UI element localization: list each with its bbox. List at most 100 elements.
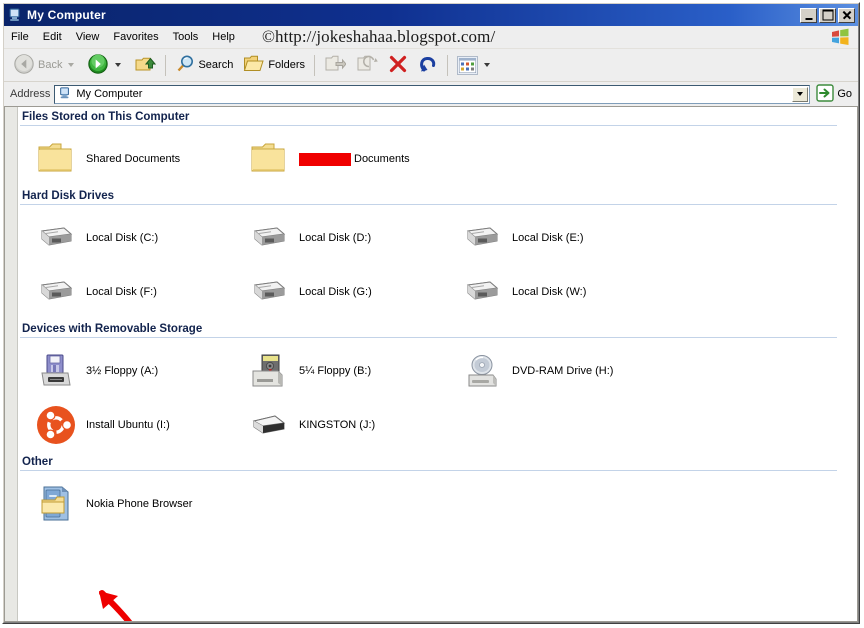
address-value: My Computer: [76, 88, 143, 100]
group-body-hard-disks: Local Disk (C:) Local Disk (D:) Local Di…: [20, 205, 857, 319]
folder-icon: [36, 139, 76, 179]
move-to-folder-icon: [324, 54, 347, 77]
item-label: 5¼ Floppy (B:): [299, 365, 372, 377]
item-nokia-phone-browser[interactable]: Nokia Phone Browser: [20, 477, 233, 531]
views-dropdown-caret[interactable]: [484, 63, 491, 67]
menu-view[interactable]: View: [69, 29, 107, 45]
folders-label: Folders: [268, 59, 306, 71]
forward-dropdown-caret[interactable]: [115, 63, 122, 67]
item-label: Shared Documents: [86, 153, 181, 165]
toolbar: Back Search Folders: [4, 49, 858, 82]
group-header-hard-disks: Hard Disk Drives: [20, 186, 837, 205]
file-list: Files Stored on This Computer Shared Doc…: [18, 107, 857, 621]
item-shared-documents[interactable]: Shared Documents: [20, 132, 233, 186]
my-computer-icon: [7, 7, 23, 23]
item-label-redacted: Documents: [299, 152, 410, 166]
copy-to-button[interactable]: [351, 50, 383, 81]
item-label: Local Disk (E:): [512, 232, 584, 244]
go-button[interactable]: Go: [814, 83, 854, 106]
menu-file[interactable]: File: [4, 29, 36, 45]
menu-edit[interactable]: Edit: [36, 29, 69, 45]
task-pane-strip: [5, 107, 18, 621]
menu-favorites[interactable]: Favorites: [106, 29, 165, 45]
item-local-disk-g[interactable]: Local Disk (G:): [233, 265, 446, 319]
address-label: Address: [10, 88, 51, 100]
address-dropdown-button[interactable]: [792, 86, 809, 102]
maximize-button[interactable]: [819, 7, 836, 23]
item-label: 3½ Floppy (A:): [86, 365, 159, 377]
back-arrow-icon: [13, 53, 35, 78]
minimize-button[interactable]: [800, 7, 817, 23]
up-folder-icon: [134, 53, 157, 78]
item-label: Nokia Phone Browser: [86, 498, 193, 510]
forward-arrow-icon: [87, 53, 109, 78]
toolbar-separator-1: [165, 54, 167, 76]
group-header-other: Other: [20, 452, 837, 471]
item-local-disk-w[interactable]: Local Disk (W:): [446, 265, 659, 319]
phone-browser-cabinet-icon: [36, 484, 76, 524]
blog-watermark: ©http://jokeshahaa.blogspot.com/: [262, 27, 496, 46]
hard-disk-icon: [36, 218, 76, 258]
back-button[interactable]: Back: [8, 49, 82, 82]
folder-icon: [249, 139, 289, 179]
hard-disk-icon: [462, 272, 502, 312]
go-label: Go: [837, 88, 852, 100]
optical-drive-icon: [462, 351, 502, 391]
item-local-disk-d[interactable]: Local Disk (D:): [233, 211, 446, 265]
close-button[interactable]: [838, 7, 855, 23]
item-label: DVD-RAM Drive (H:): [512, 365, 614, 377]
item-floppy-a[interactable]: 3½ Floppy (A:): [20, 344, 233, 398]
my-computer-icon: [58, 86, 72, 103]
move-to-button[interactable]: [319, 50, 351, 81]
floppy-35-icon: [36, 351, 76, 391]
up-button[interactable]: [129, 49, 161, 82]
title-bar[interactable]: My Computer: [4, 4, 858, 26]
back-dropdown-caret[interactable]: [68, 63, 75, 67]
toolbar-separator-3: [447, 54, 449, 76]
item-floppy-b[interactable]: 5¼ Floppy (B:): [233, 344, 446, 398]
group-body-other: Nokia Phone Browser: [20, 471, 857, 531]
menu-help[interactable]: Help: [205, 29, 242, 45]
red-annotation-arrow-icon: [96, 589, 156, 621]
views-button[interactable]: [452, 52, 498, 79]
window-title: My Computer: [27, 8, 106, 22]
delete-x-icon: [388, 54, 408, 77]
item-label: Local Disk (D:): [299, 232, 372, 244]
undo-button[interactable]: [413, 50, 443, 81]
redaction-bar: [299, 152, 351, 166]
content-area: Files Stored on This Computer Shared Doc…: [4, 107, 858, 622]
group-body-removable-storage: 3½ Floppy (A:) 5¼ Floppy (B:) DVD-RAM Dr…: [20, 338, 857, 452]
item-local-disk-e[interactable]: Local Disk (E:): [446, 211, 659, 265]
undo-arrow-icon: [418, 54, 438, 77]
search-magnifier-icon: [175, 54, 195, 77]
item-label: Local Disk (G:): [299, 286, 372, 298]
item-dvd-ram-h[interactable]: DVD-RAM Drive (H:): [446, 344, 659, 398]
menu-tools[interactable]: Tools: [166, 29, 206, 45]
hard-disk-icon: [249, 218, 289, 258]
item-kingston-j[interactable]: KINGSTON (J:): [233, 398, 446, 452]
menu-bar: File Edit View Favorites Tools Help ©htt…: [4, 26, 858, 49]
window-controls: [800, 7, 855, 23]
item-label: Documents: [354, 153, 410, 165]
delete-button[interactable]: [383, 50, 413, 81]
group-body-files-stored: Shared Documents Documents: [20, 126, 857, 186]
item-install-ubuntu-i[interactable]: Install Ubuntu (I:): [20, 398, 233, 452]
ubuntu-logo-icon: [36, 405, 76, 445]
item-local-disk-f[interactable]: Local Disk (F:): [20, 265, 233, 319]
forward-button[interactable]: [82, 49, 129, 82]
go-arrow-icon: [816, 83, 835, 105]
item-user-documents[interactable]: Documents: [233, 132, 446, 186]
toolbar-separator-2: [314, 54, 316, 76]
group-header-removable-storage: Devices with Removable Storage: [20, 319, 837, 338]
window-inner-frame: My Computer File Edit View Favorites Too…: [3, 3, 859, 623]
item-label: KINGSTON (J:): [299, 419, 376, 431]
back-label: Back: [38, 59, 63, 71]
item-label: Install Ubuntu (I:): [86, 419, 170, 431]
copy-to-folder-icon: [356, 54, 378, 77]
folders-button[interactable]: Folders: [238, 50, 310, 81]
address-input[interactable]: My Computer: [54, 84, 811, 104]
floppy-525-icon: [249, 351, 289, 391]
search-button[interactable]: Search: [170, 50, 238, 81]
item-local-disk-c[interactable]: Local Disk (C:): [20, 211, 233, 265]
folders-icon: [243, 54, 265, 77]
